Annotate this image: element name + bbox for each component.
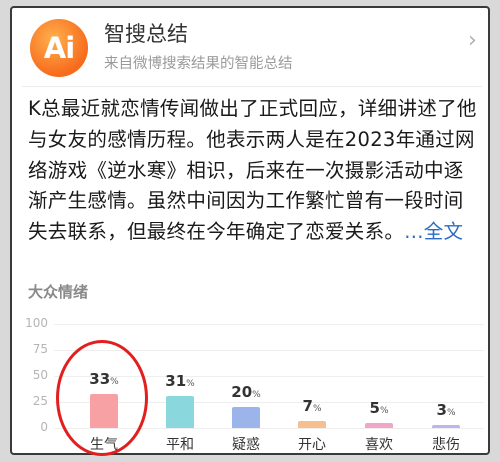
full-text-link[interactable]: ...全文 <box>404 220 463 243</box>
percent-sign: % <box>446 407 456 418</box>
value-label: 3% <box>418 401 474 419</box>
value-label: 5% <box>351 399 407 417</box>
chevron-right-icon[interactable]: › <box>468 28 477 53</box>
bar-4 <box>365 422 393 428</box>
category-label: 喜欢 <box>365 437 393 453</box>
header-divider <box>22 86 482 87</box>
percent-sign: % <box>379 405 389 416</box>
bar-5 <box>432 424 460 428</box>
percent-sign: % <box>186 378 195 389</box>
y-tick-label: 75 <box>32 342 48 356</box>
category-label: 开心 <box>298 437 326 453</box>
card-subtitle: 来自微博搜索结果的智能总结 <box>104 56 293 72</box>
y-tick-label: 25 <box>32 394 48 408</box>
category-label: 悲伤 <box>432 437 460 453</box>
bar-1 <box>166 395 194 428</box>
value-number: 31 <box>165 371 187 390</box>
y-tick-label: 100 <box>25 316 48 330</box>
value-label: 7% <box>284 397 340 415</box>
highlight-circle <box>56 340 148 456</box>
bar-2 <box>232 407 260 428</box>
percent-sign: % <box>252 390 261 401</box>
category-label: 平和 <box>166 437 194 453</box>
card-title: 智搜总结 <box>104 22 188 46</box>
summary-text-block: K总最近就恋情传闻做出了正式回应，详细讲述了他与女友的感情历程。他表示两人是在2… <box>28 94 480 248</box>
bar-3 <box>298 420 326 428</box>
sentiment-title: 大众情绪 <box>28 283 89 301</box>
y-tick-label: 50 <box>32 368 48 382</box>
y-tick-label: 0 <box>40 420 48 434</box>
ai-logo: Ai <box>30 19 88 77</box>
ai-logo-text: Ai <box>43 31 75 65</box>
value-label: 31% <box>152 372 208 390</box>
value-number: 5 <box>369 398 380 417</box>
value-number: 7 <box>302 396 313 415</box>
value-number: 3 <box>436 400 447 419</box>
category-label: 疑惑 <box>232 437 260 453</box>
value-number: 20 <box>231 383 253 402</box>
gridline <box>54 324 484 325</box>
percent-sign: % <box>312 403 322 414</box>
value-label: 20% <box>218 383 274 401</box>
